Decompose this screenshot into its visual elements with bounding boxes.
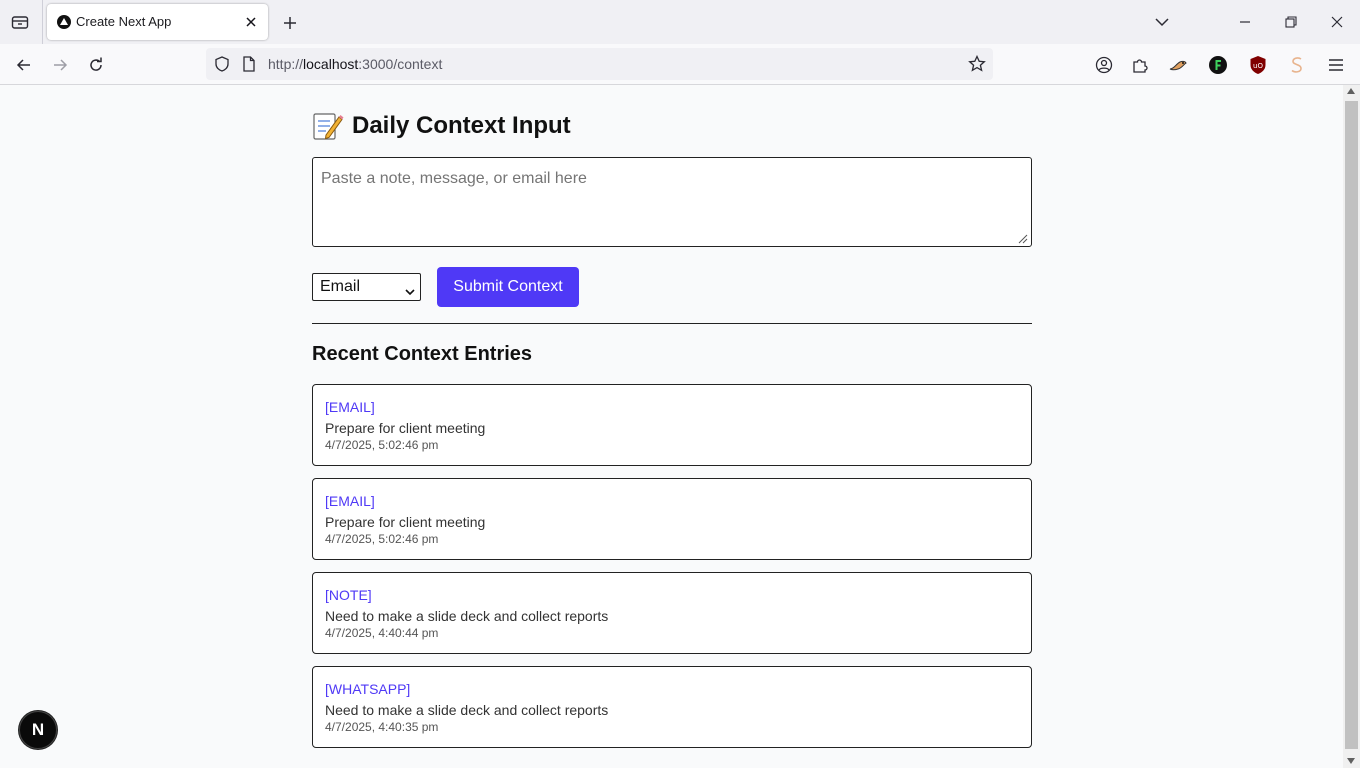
entry-text: Prepare for client meeting	[325, 514, 486, 530]
extension-s-icon[interactable]	[1284, 52, 1310, 78]
bookmark-star-icon[interactable]	[968, 54, 986, 78]
url-prefix: http://	[268, 56, 304, 72]
address-bar[interactable]: http://localhost:3000/context	[206, 48, 993, 80]
tab-list-chevron-icon[interactable]	[1147, 8, 1177, 36]
context-entry: [EMAIL] Prepare for client meeting 4/7/2…	[312, 478, 1032, 560]
recent-entries-title: Recent Context Entries	[312, 343, 533, 365]
page-viewport: Daily Context Input Email Submit Context…	[0, 85, 1343, 768]
tab-title: Create Next App	[76, 14, 172, 29]
nextjs-favicon-icon	[57, 15, 71, 29]
page-heading: Daily Context Input	[312, 109, 571, 143]
entry-type-label: [EMAIL]	[325, 399, 375, 415]
nextjs-dev-indicator-button[interactable]: N	[19, 711, 57, 749]
scrollbar-thumb[interactable]	[1345, 101, 1358, 749]
reload-icon[interactable]	[83, 52, 109, 78]
entry-text: Prepare for client meeting	[325, 420, 486, 436]
entry-timestamp: 4/7/2025, 5:02:46 pm	[325, 532, 439, 546]
shield-icon[interactable]	[214, 56, 230, 77]
restore-icon[interactable]	[1276, 8, 1306, 36]
select-value: Email	[320, 278, 361, 295]
entry-timestamp: 4/7/2025, 4:40:35 pm	[325, 720, 439, 734]
memo-icon	[312, 111, 344, 141]
extension-bird-icon[interactable]	[1165, 52, 1191, 78]
extensions-puzzle-icon[interactable]	[1127, 52, 1153, 78]
close-window-icon[interactable]	[1322, 8, 1352, 36]
browser-tab-active[interactable]: Create Next App	[47, 4, 268, 40]
entry-type-label: [EMAIL]	[325, 493, 375, 509]
extension-f-icon[interactable]	[1205, 52, 1231, 78]
section-divider	[312, 323, 1032, 324]
tab-bar: Create Next App	[0, 0, 1360, 44]
context-entry: [WHATSAPP] Need to make a slide deck and…	[312, 666, 1032, 748]
entry-text: Need to make a slide deck and collect re…	[325, 702, 609, 718]
entry-text: Need to make a slide deck and collect re…	[325, 608, 609, 624]
url-text: http://localhost:3000/context	[268, 56, 442, 72]
context-textarea[interactable]	[312, 157, 1032, 247]
chevron-down-icon	[405, 283, 415, 301]
tab-separator	[42, 0, 43, 44]
url-path: :3000/context	[358, 56, 443, 72]
resize-grip-icon[interactable]	[1016, 231, 1028, 244]
svg-text:uO: uO	[1253, 62, 1263, 70]
entry-timestamp: 4/7/2025, 4:40:44 pm	[325, 626, 439, 640]
vertical-scrollbar[interactable]	[1343, 85, 1360, 768]
back-arrow-icon[interactable]	[11, 52, 37, 78]
entry-timestamp: 4/7/2025, 5:02:46 pm	[325, 438, 439, 452]
close-tab-icon[interactable]	[242, 13, 260, 31]
entry-type-label: [NOTE]	[325, 587, 372, 603]
forward-arrow-icon[interactable]	[47, 52, 73, 78]
page-info-icon[interactable]	[242, 56, 256, 77]
tab-overview-icon[interactable]	[6, 10, 34, 34]
context-entry: [NOTE] Need to make a slide deck and col…	[312, 572, 1032, 654]
menu-hamburger-icon[interactable]	[1323, 52, 1349, 78]
scroll-down-arrow-icon[interactable]	[1347, 758, 1355, 764]
context-type-select[interactable]: Email	[312, 273, 421, 301]
navigation-bar: http://localhost:3000/context uO	[0, 44, 1360, 85]
account-icon[interactable]	[1091, 52, 1117, 78]
url-host: localhost	[303, 56, 359, 72]
entry-type-label: [WHATSAPP]	[325, 681, 411, 697]
minimize-icon[interactable]	[1230, 8, 1260, 36]
ublock-origin-icon[interactable]: uO	[1245, 52, 1271, 78]
context-entry: [EMAIL] Prepare for client meeting 4/7/2…	[312, 384, 1032, 466]
scroll-up-arrow-icon[interactable]	[1347, 88, 1355, 94]
new-tab-plus-icon[interactable]	[278, 11, 302, 35]
page-title: Daily Context Input	[352, 112, 571, 139]
submit-context-button[interactable]: Submit Context	[437, 267, 579, 307]
